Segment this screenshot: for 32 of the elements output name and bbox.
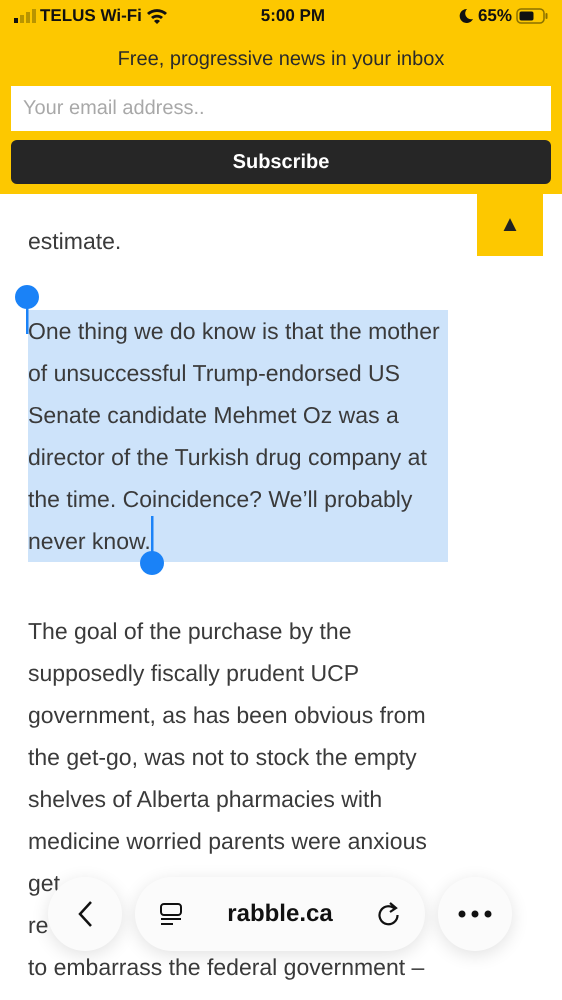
carrier-name: TELUS Wi-Fi <box>40 5 142 28</box>
battery-percentage: 65% <box>478 5 512 28</box>
clock-time: 5:00 PM <box>260 5 326 28</box>
moon-icon <box>458 8 474 24</box>
address-bar[interactable]: rabble.ca <box>135 877 425 951</box>
article-text-line: the get-go, was not to stock the empty <box>28 743 417 772</box>
more-icon <box>458 910 492 918</box>
reload-icon[interactable] <box>376 901 401 927</box>
article-text-line: re <box>28 911 48 940</box>
subscribe-button[interactable]: Subscribe <box>11 140 551 184</box>
article-text-line: director of the Turkish drug company at <box>28 443 427 472</box>
email-field[interactable]: Your email address.. <box>11 86 551 131</box>
article-text-line: never know. <box>28 527 151 556</box>
article-text-line: One thing we do know is that the mother <box>28 317 440 346</box>
article-text-line: The goal of the purchase by the <box>28 617 352 646</box>
article-text-line: supposedly fiscally prudent UCP <box>28 659 360 688</box>
article-text-line: shelves of Alberta pharmacies with <box>28 785 382 814</box>
article-text-line: to embarrass the federal government – <box>28 953 424 982</box>
banner-text: Free, progressive news in your inbox <box>116 47 446 72</box>
url-text: rabble.ca <box>227 899 333 929</box>
signal-icon <box>14 9 36 23</box>
article-text-line: get <box>28 869 60 898</box>
article-text-line: the time. Coincidence? We’ll probably <box>28 485 412 514</box>
article-text-line: medicine worried parents were anxious <box>28 827 427 856</box>
article-text-line: government, as has been obvious from <box>28 701 426 730</box>
tabs-icon[interactable] <box>159 902 183 926</box>
article-text-line: estimate. <box>28 227 122 256</box>
article-text-line: of unsuccessful Trump-endorsed US <box>28 359 400 388</box>
battery-icon <box>516 8 548 24</box>
wifi-icon <box>146 8 168 24</box>
article-text-line: Senate candidate Mehmet Oz was a <box>28 401 399 430</box>
chevron-left-icon <box>77 900 93 928</box>
